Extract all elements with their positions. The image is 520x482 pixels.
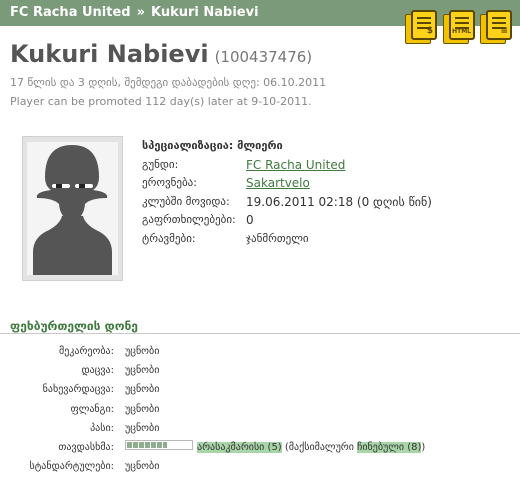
breadcrumb-separator: » xyxy=(136,5,145,20)
document-html-icon[interactable]: HTML xyxy=(443,10,477,44)
skill-label: ნახევარდაცვა: xyxy=(42,384,114,396)
breadcrumb-player-link[interactable]: Kukuri Nabievi xyxy=(151,5,259,20)
joined-value: 19.06.2011 02:18 (0 დღის წინ) xyxy=(246,194,432,209)
skill-row: დაცვა: უცნობი xyxy=(0,365,520,384)
injuries-label: ტრავმები: xyxy=(142,231,196,245)
skill-value: უცნობი xyxy=(125,403,160,415)
document-chart-icon[interactable]: ≡ xyxy=(480,10,514,44)
stamina-value: არასაკმარისი (5) (მაქსიმალური ჩინებული (… xyxy=(125,439,426,453)
stamina-progress-bar xyxy=(125,439,193,450)
player-photo xyxy=(22,136,123,281)
injuries-value: ჯანმრთელი xyxy=(246,231,309,245)
skill-label: დაცვა: xyxy=(81,365,114,377)
breadcrumb-club-link[interactable]: FC Racha United xyxy=(10,5,131,20)
stamina-max-level: ჩინებული (8) xyxy=(357,441,422,453)
header-bar: FC Racha United » Kukuri Nabievi xyxy=(0,0,520,26)
section-divider xyxy=(0,333,520,334)
dollar-mark: $ xyxy=(426,26,433,36)
html-mark: HTML xyxy=(452,28,471,35)
warnings-label: გაფრთხილებები: xyxy=(142,213,236,227)
team-label: გუნდი: xyxy=(142,157,179,171)
stamina-paren-close: ) xyxy=(421,441,426,453)
breadcrumb: FC Racha United » Kukuri Nabievi xyxy=(10,5,259,20)
skill-value: უცნობი xyxy=(125,384,160,396)
age-line: 17 წლის და 3 დღის, შემდეგი დაბადების დღე… xyxy=(10,76,327,89)
skill-row: სტანდარტულები: უცნობი xyxy=(0,461,520,480)
team-link[interactable]: FC Racha United xyxy=(246,158,345,172)
joined-label: კლუბში მოვიდა: xyxy=(142,194,230,208)
skill-row-stamina: თავდასხმა: არასაკმარისი (5) (მაქსიმალური… xyxy=(0,439,520,461)
nationality-link[interactable]: Sakartvelo xyxy=(246,176,310,190)
skill-row: მეკარეობა: უცნობი xyxy=(0,346,520,365)
nationality-label: ეროვნება: xyxy=(142,176,197,190)
skills-section-title: ფეხბურთელის დონე xyxy=(10,319,138,333)
stamina-progress-fill xyxy=(127,441,168,448)
skill-value: უცნობი xyxy=(125,365,160,377)
stamina-current-level: არასაკმარისი (5) xyxy=(197,441,282,453)
skill-row: ნახევარდაცვა: უცნობი xyxy=(0,384,520,403)
stamina-max-prefix: მაქსიმალური xyxy=(288,441,354,453)
player-id: (100437476) xyxy=(214,48,313,66)
document-dollar-icon[interactable]: $ xyxy=(405,10,439,44)
skill-value: უცნობი xyxy=(125,461,160,473)
stamina-label: თავდასხმა: xyxy=(58,441,114,453)
player-name: Kukuri Nabievi xyxy=(10,40,209,68)
skill-label: ფლანგი: xyxy=(70,403,114,415)
promotion-line: Player can be promoted 112 day(s) later … xyxy=(10,95,312,108)
skill-value: უცნობი xyxy=(125,422,160,434)
skill-row: პასი: უცნობი xyxy=(0,423,520,442)
skill-value: უცნობი xyxy=(125,346,160,357)
player-name-heading: Kukuri Nabievi (100437476) xyxy=(10,40,312,68)
player-silhouette-icon xyxy=(33,145,112,275)
skill-label: მეკარეობა: xyxy=(58,346,114,357)
skill-label: სტანდარტულები: xyxy=(29,461,115,473)
speciality-label: სპეციალიზაცია: მლიერი xyxy=(142,139,283,152)
skill-row: ფლანგი: უცნობი xyxy=(0,404,520,423)
chart-mark: ≡ xyxy=(500,26,508,36)
skill-label: პასი: xyxy=(90,422,114,434)
warnings-value: 0 xyxy=(246,213,254,228)
skills-list: მეკარეობა: უცნობი დაცვა: უცნობი ნახევარდაც… xyxy=(0,346,520,480)
